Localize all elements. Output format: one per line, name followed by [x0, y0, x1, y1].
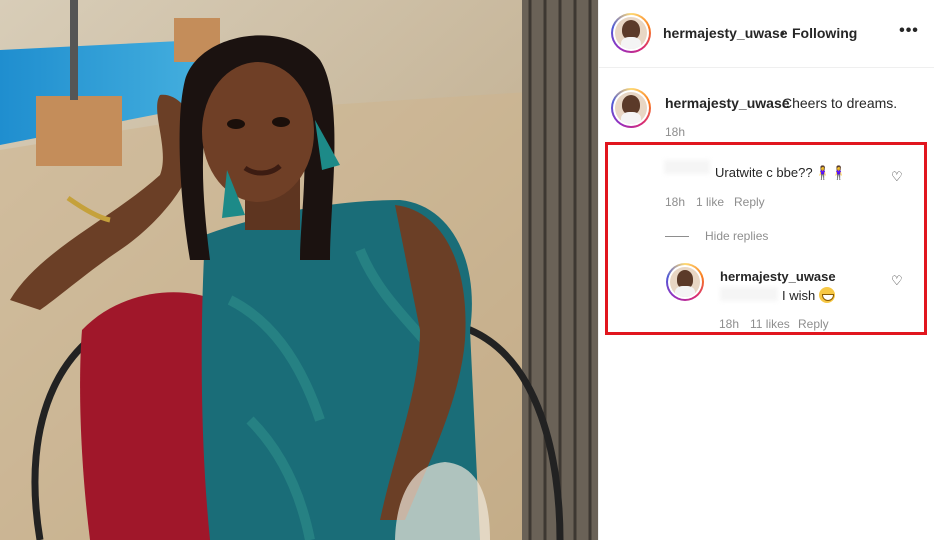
- caption-username[interactable]: hermajesty_uwase: [665, 95, 790, 111]
- reply-text: I wish: [782, 287, 836, 303]
- comment-likes[interactable]: 1 like: [696, 195, 724, 209]
- comment-emoji: 🧍‍♀️🧍‍♀️: [814, 165, 847, 180]
- caption-timestamp[interactable]: 18h: [665, 125, 685, 139]
- reply-like-heart-icon[interactable]: ♡: [891, 274, 905, 288]
- like-heart-icon[interactable]: ♡: [891, 170, 905, 184]
- redacted-username: [664, 160, 710, 174]
- comment-reply-button[interactable]: Reply: [734, 195, 765, 209]
- comment-timestamp[interactable]: 18h: [665, 195, 685, 209]
- redacted-mention: [720, 287, 778, 301]
- comment-text-content: Uratwite c bbe??: [715, 165, 813, 180]
- more-options-icon[interactable]: •••: [899, 23, 919, 44]
- reply-likes[interactable]: 11 likes: [750, 317, 790, 331]
- post-header: hermajesty_uwase • Following •••: [599, 0, 934, 68]
- comment-text: Uratwite c bbe?? 🧍‍♀️🧍‍♀️: [715, 165, 847, 181]
- reply-text-content: I wish: [782, 288, 816, 303]
- reply-avatar[interactable]: [666, 263, 704, 301]
- author-username[interactable]: hermajesty_uwase: [663, 25, 788, 41]
- follow-separator: •: [780, 25, 785, 41]
- post-photo[interactable]: [0, 0, 598, 540]
- post-side-panel: hermajesty_uwase • Following ••• hermaje…: [598, 0, 934, 540]
- post-photo-image: [0, 0, 598, 540]
- hide-replies-button[interactable]: Hide replies: [705, 229, 768, 243]
- reply-username[interactable]: hermajesty_uwase: [720, 269, 836, 284]
- following-button[interactable]: Following: [792, 25, 857, 41]
- reply-reply-button[interactable]: Reply: [798, 317, 829, 331]
- caption-text: Cheers to dreams.: [782, 95, 898, 111]
- caption-avatar[interactable]: [611, 88, 651, 128]
- author-avatar[interactable]: [611, 13, 651, 53]
- grinning-face-icon: [819, 287, 836, 303]
- hide-replies-line: [665, 236, 689, 237]
- reply-timestamp[interactable]: 18h: [719, 317, 739, 331]
